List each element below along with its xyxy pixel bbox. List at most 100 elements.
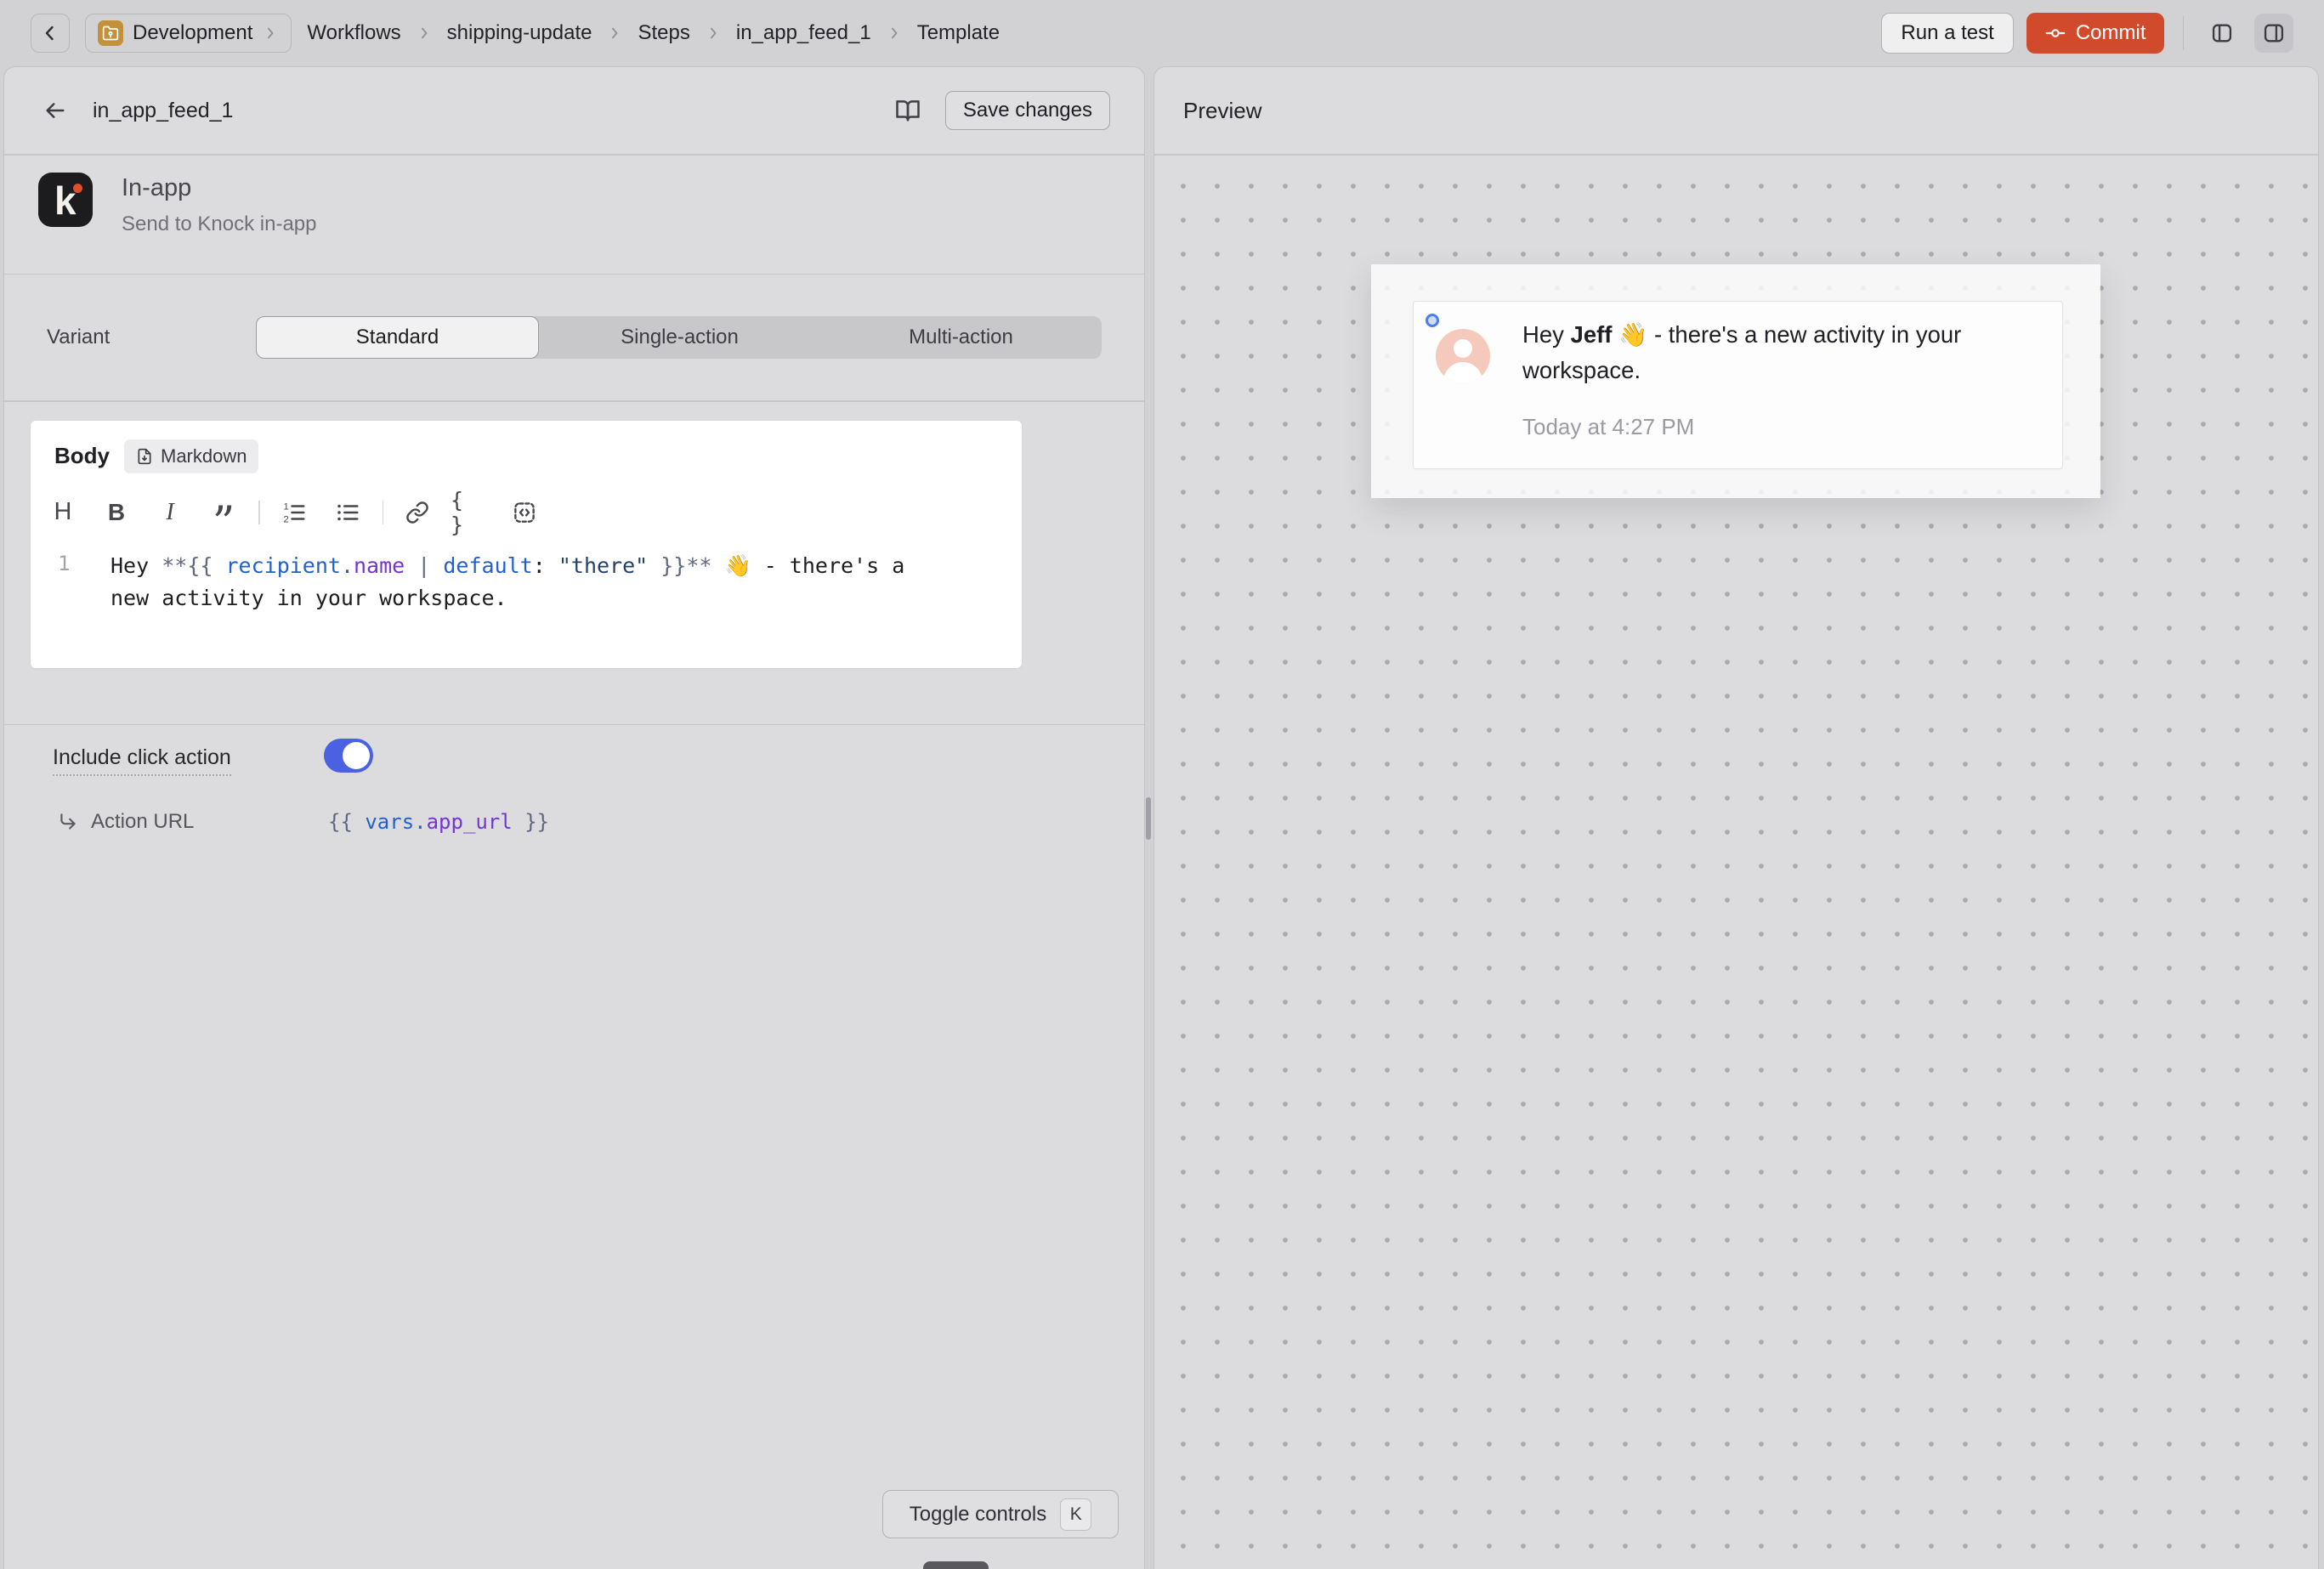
notification-message: Hey Jeff 👋 - there's a new activity in y… xyxy=(1522,317,2032,388)
breadcrumb-step-name[interactable]: in_app_feed_1 xyxy=(736,21,871,45)
click-action-section: Include click action Action URL {{ vars.… xyxy=(4,725,1144,1235)
chevron-right-icon xyxy=(416,25,433,42)
chevron-left-icon xyxy=(40,23,60,43)
panel-left-icon xyxy=(2210,21,2234,45)
run-a-test-button[interactable]: Run a test xyxy=(1881,13,2013,54)
feed-preview-container: Hey Jeff 👋 - there's a new activity in y… xyxy=(1371,264,2100,498)
breadcrumb-trail: Workflows shipping-update Steps in_app_f… xyxy=(307,21,1000,45)
corner-down-right-icon xyxy=(57,811,82,833)
person-icon-body xyxy=(1443,362,1482,383)
bullet-list-button[interactable] xyxy=(327,494,368,531)
toolbar-divider xyxy=(383,501,384,524)
bottom-indicator[interactable] xyxy=(923,1561,989,1569)
format-badge-label: Markdown xyxy=(161,445,247,467)
include-click-action-label: Include click action xyxy=(53,745,231,776)
italic-button[interactable]: I xyxy=(150,494,190,531)
variant-option-standard[interactable]: Standard xyxy=(256,316,539,359)
body-template-code[interactable]: Hey **{{ recipient.name | default: "ther… xyxy=(111,550,952,615)
variant-row: Variant Standard Single-action Multi-act… xyxy=(4,275,1144,400)
commit-button[interactable]: Commit xyxy=(2026,13,2164,54)
notification-recipient-name: Jeff xyxy=(1571,321,1613,348)
channel-description: Send to Knock in-app xyxy=(122,212,317,236)
breadcrumb-workflows[interactable]: Workflows xyxy=(307,21,400,45)
knock-logo: k xyxy=(38,173,93,227)
body-label: Body xyxy=(54,443,110,469)
save-changes-button[interactable]: Save changes xyxy=(945,91,1110,130)
app-window: Development Workflows shipping-update St… xyxy=(0,0,2324,1569)
docs-button[interactable] xyxy=(889,92,927,129)
variable-braces-button[interactable]: { } xyxy=(451,494,491,531)
knock-logo-dot xyxy=(73,184,82,193)
variant-option-single-action[interactable]: Single-action xyxy=(539,316,820,359)
template-editor-panel: in_app_feed_1 Save changes k In-app Send… xyxy=(3,66,1145,1569)
notification-greeting: Hey xyxy=(1522,321,1571,348)
chevron-right-icon xyxy=(606,25,623,42)
code-editor[interactable]: 1 Hey **{{ recipient.name | default: "th… xyxy=(31,550,1022,615)
channel-info: k In-app Send to Knock in-app xyxy=(4,156,1144,274)
book-open-icon xyxy=(895,98,921,123)
environment-label: Development xyxy=(133,21,252,45)
breadcrumb-workflow-name[interactable]: shipping-update xyxy=(447,21,592,45)
toolbar-divider xyxy=(2183,16,2185,50)
breadcrumb-steps[interactable]: Steps xyxy=(638,21,689,45)
variant-label: Variant xyxy=(47,326,110,349)
include-click-action-toggle[interactable] xyxy=(324,739,373,773)
person-icon xyxy=(1454,339,1472,358)
breadcrumb-template[interactable]: Template xyxy=(917,21,1000,45)
toolbar-divider xyxy=(258,501,260,524)
notification-card[interactable]: Hey Jeff 👋 - there's a new activity in y… xyxy=(1413,301,2063,469)
toggle-left-panel-button[interactable] xyxy=(2202,14,2242,53)
action-url-row: Action URL {{ vars.app_url }} xyxy=(57,810,549,834)
line-number: 1 xyxy=(58,550,83,615)
action-url-label: Action URL xyxy=(91,810,276,834)
preview-title: Preview xyxy=(1183,98,1261,124)
toggle-knob xyxy=(343,742,370,769)
back-to-step-button[interactable] xyxy=(38,93,72,127)
body-section: Body Markdown H B I ” 12 xyxy=(4,402,1144,668)
editor-header: in_app_feed_1 Save changes xyxy=(4,67,1144,154)
git-commit-icon xyxy=(2044,22,2066,44)
body-editor-card: Body Markdown H B I ” 12 xyxy=(31,421,1022,668)
notification-timestamp: Today at 4:27 PM xyxy=(1522,414,1694,440)
preview-canvas: Hey Jeff 👋 - there's a new activity in y… xyxy=(1154,156,2318,1569)
top-bar-actions: Run a test Commit xyxy=(1881,13,2293,54)
file-down-icon xyxy=(136,448,153,465)
top-bar: Development Workflows shipping-update St… xyxy=(0,0,2324,66)
action-url-value[interactable]: {{ vars.app_url }} xyxy=(328,810,549,834)
preview-panel: Preview Hey Jeff 👋 - there's a new activ… xyxy=(1153,66,2319,1569)
knock-logo-letter: k xyxy=(54,178,77,224)
chevron-right-icon xyxy=(262,25,279,42)
toggle-controls-label: Toggle controls xyxy=(910,1503,1046,1527)
toggle-controls-button[interactable]: Toggle controls K xyxy=(882,1490,1119,1538)
channel-name: In-app xyxy=(122,173,317,202)
body-card-header: Body Markdown xyxy=(31,421,1022,473)
chevron-right-icon xyxy=(886,25,903,42)
bold-button[interactable]: B xyxy=(96,494,137,531)
commit-button-label: Commit xyxy=(2076,21,2146,45)
environment-folder-icon xyxy=(98,20,123,46)
blockquote-button[interactable]: ” xyxy=(203,494,244,531)
link-button[interactable] xyxy=(397,494,438,531)
panel-resize-handle[interactable] xyxy=(1146,797,1151,840)
keyboard-shortcut-badge: K xyxy=(1060,1498,1091,1531)
chevron-right-icon xyxy=(705,25,722,42)
svg-text:1: 1 xyxy=(283,501,288,512)
variant-option-multi-action[interactable]: Multi-action xyxy=(820,316,1102,359)
back-button[interactable] xyxy=(31,14,70,53)
ordered-list-button[interactable]: 12 xyxy=(274,494,315,531)
heading-button[interactable]: H xyxy=(43,494,83,531)
svg-text:2: 2 xyxy=(283,514,288,524)
panel-right-icon xyxy=(2262,21,2286,45)
format-badge[interactable]: Markdown xyxy=(124,439,258,473)
channel-text: In-app Send to Knock in-app xyxy=(122,173,317,274)
code-block-button[interactable] xyxy=(504,494,545,531)
step-name-title: in_app_feed_1 xyxy=(93,99,233,123)
preview-header: Preview xyxy=(1154,67,2318,154)
editor-toolbar: H B I ” 12 { } xyxy=(31,494,1022,531)
arrow-left-icon xyxy=(43,99,67,122)
avatar xyxy=(1436,329,1490,383)
unread-indicator xyxy=(1426,314,1439,327)
toggle-right-panel-button[interactable] xyxy=(2254,14,2293,53)
environment-selector[interactable]: Development xyxy=(85,14,292,53)
variant-segmented-control: Standard Single-action Multi-action xyxy=(256,316,1102,359)
